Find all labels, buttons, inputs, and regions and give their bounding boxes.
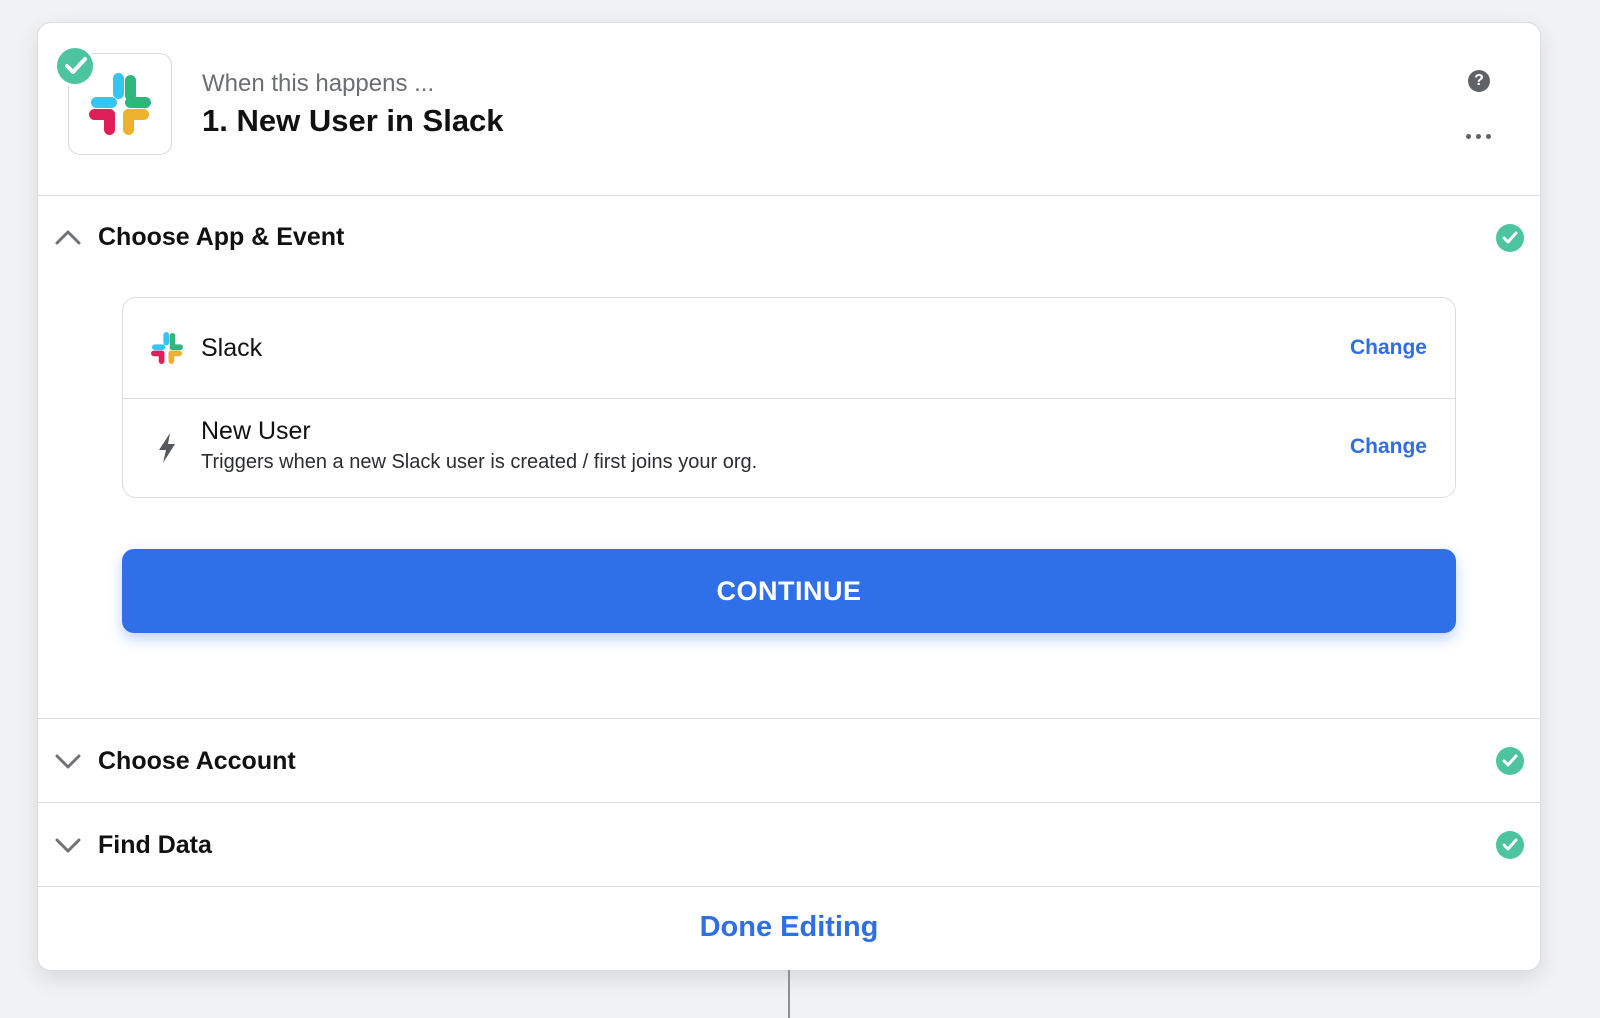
section-account-title: Choose Account	[98, 747, 296, 775]
step-connector-line	[788, 970, 790, 1018]
section-divider	[38, 718, 1540, 719]
zap-step-card: When this happens ... 1. New User in Sla…	[37, 22, 1541, 971]
check-icon	[1496, 831, 1524, 859]
step-title: 1. New User in Slack	[202, 103, 504, 138]
help-icon[interactable]: ?	[1468, 70, 1490, 92]
done-editing-link[interactable]: Done Editing	[38, 911, 1540, 944]
slack-logo-icon	[151, 332, 183, 364]
event-row: New User Triggers when a new Slack user …	[123, 399, 1455, 497]
app-row: Slack Change	[123, 298, 1455, 398]
app-event-summary: Slack Change New User Triggers when a ne…	[122, 297, 1456, 498]
bolt-icon	[159, 433, 175, 463]
chevron-down-icon	[55, 754, 81, 769]
check-icon	[1496, 747, 1524, 775]
check-icon	[1496, 224, 1524, 252]
check-icon	[54, 45, 96, 87]
more-options-icon[interactable]	[1466, 123, 1492, 149]
slack-logo-icon	[89, 73, 151, 135]
section-divider	[38, 802, 1540, 803]
step-header: When this happens ... 1. New User in Sla…	[38, 23, 1540, 196]
step-eyebrow: When this happens ...	[202, 70, 435, 97]
change-event-link[interactable]: Change	[1350, 435, 1427, 459]
section-app-event-title: Choose App & Event	[98, 223, 345, 251]
change-app-link[interactable]: Change	[1350, 336, 1427, 360]
app-name: Slack	[201, 334, 263, 362]
chevron-down-icon	[55, 838, 81, 853]
continue-button[interactable]: CONTINUE	[122, 549, 1456, 633]
section-find-data-header[interactable]: Find Data	[38, 825, 1540, 865]
section-account-header[interactable]: Choose Account	[38, 741, 1540, 781]
section-divider	[38, 886, 1540, 887]
event-name: New User	[201, 417, 311, 445]
section-app-event-header[interactable]: Choose App & Event	[38, 219, 1540, 259]
event-description: Triggers when a new Slack user is create…	[201, 451, 758, 473]
chevron-up-icon	[55, 230, 81, 245]
section-find-data-title: Find Data	[98, 831, 212, 859]
